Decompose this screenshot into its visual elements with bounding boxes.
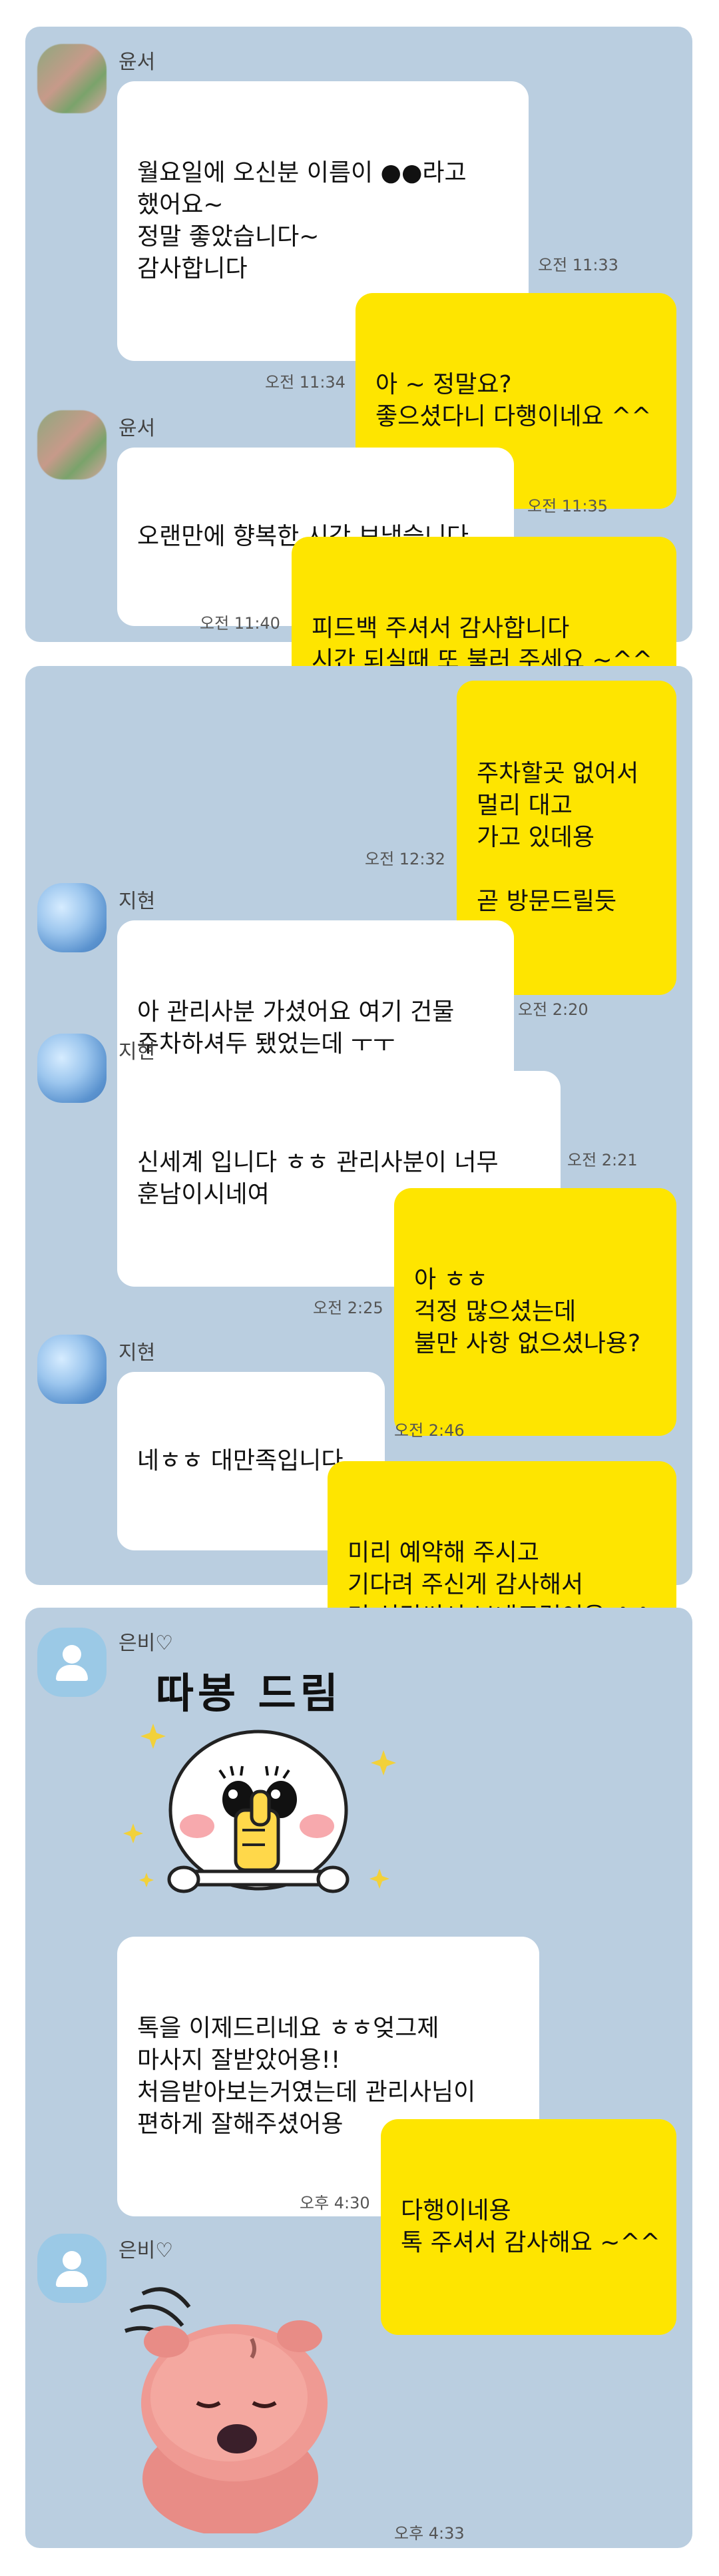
message-time: 오전 11:34 (265, 373, 346, 392)
person-icon (63, 2251, 81, 2270)
avatar[interactable] (37, 883, 107, 952)
sender-name: 지현 (119, 1341, 156, 1365)
sender-name: 지현 (119, 1040, 156, 1064)
message-text: 다행이네용 톡 주셔서 감사해요 ~^^ (401, 2197, 660, 2256)
message-text: 아 관리사분 가셨어요 여기 건물 주차하셔두 됐었는데 ㅜㅜ (137, 998, 455, 1058)
chat-panel-2: 주차할곳 없어서 멀리 대고 가고 있데용 곧 방문드릴듯 오전 12:32 지… (25, 666, 692, 1709)
avatar[interactable] (37, 44, 107, 113)
message-time: 오후 4:33 (394, 2524, 465, 2543)
sender-name: 윤서 (119, 51, 156, 74)
message-time: 오전 2:20 (518, 1000, 589, 1019)
message-time: 오전 2:25 (313, 1299, 383, 1317)
message-time: 오후 4:30 (300, 2194, 370, 2212)
message-time: 오전 11:33 (538, 256, 618, 274)
person-icon (63, 1645, 81, 1664)
message-time: 오전 2:21 (567, 1151, 638, 1169)
thumbs-up-sticker[interactable]: 따봉 드림 (119, 1660, 405, 1919)
message-text: 주차할곳 없어서 멀리 대고 가고 있데용 곧 방문드릴듯 (477, 760, 639, 915)
sender-name: 지현 (119, 890, 156, 913)
chat-panel-1: 윤서 월요일에 오신분 이름이 ●●라고 했어요~ 정말 좋았습니다~ 감사합니… (25, 27, 692, 753)
message-time: 오전 11:35 (527, 497, 608, 515)
avatar[interactable] (37, 1034, 107, 1103)
avatar[interactable] (37, 410, 107, 480)
message-time: 오전 2:46 (394, 1421, 465, 1440)
message-text: 월요일에 오신분 이름이 ●●라고 했어요~ 정말 좋았습니다~ 감사합니다 (137, 159, 467, 282)
pink-creature-sticker[interactable] (116, 2267, 342, 2536)
thumbs-up-icon (123, 1724, 396, 1893)
default-avatar[interactable] (37, 1628, 107, 1697)
message-bubble[interactable]: 아 ㅎㅎ 걱정 많으셨는데 불만 사항 없으셨나용? (394, 1188, 676, 1436)
pink-creature-icon (124, 2287, 328, 2536)
avatar[interactable] (37, 1335, 107, 1404)
message-time: 오전 11:40 (200, 614, 280, 633)
sender-name: 은비♡ (119, 2239, 174, 2262)
message-text: 아 ㅎㅎ 걱정 많으셨는데 불만 사항 없으셨나용? (414, 1266, 641, 1357)
sender-name: 은비♡ (119, 1632, 174, 1655)
message-time: 오전 12:32 (365, 850, 445, 868)
default-avatar[interactable] (37, 2234, 107, 2303)
sender-name: 윤서 (119, 417, 156, 440)
chat-panel-3: 은비♡ 따봉 드림 톡을 이제드리네요 ㅎㅎ엊그제 마사지 잘받았어용!! 처음… (25, 1608, 692, 2548)
message-bubble[interactable]: 다행이네용 톡 주셔서 감사해요 ~^^ (381, 2119, 676, 2335)
message-text: 아 ~ 정말요? 좋으셨다니 다행이네요 ^^ (375, 371, 652, 430)
